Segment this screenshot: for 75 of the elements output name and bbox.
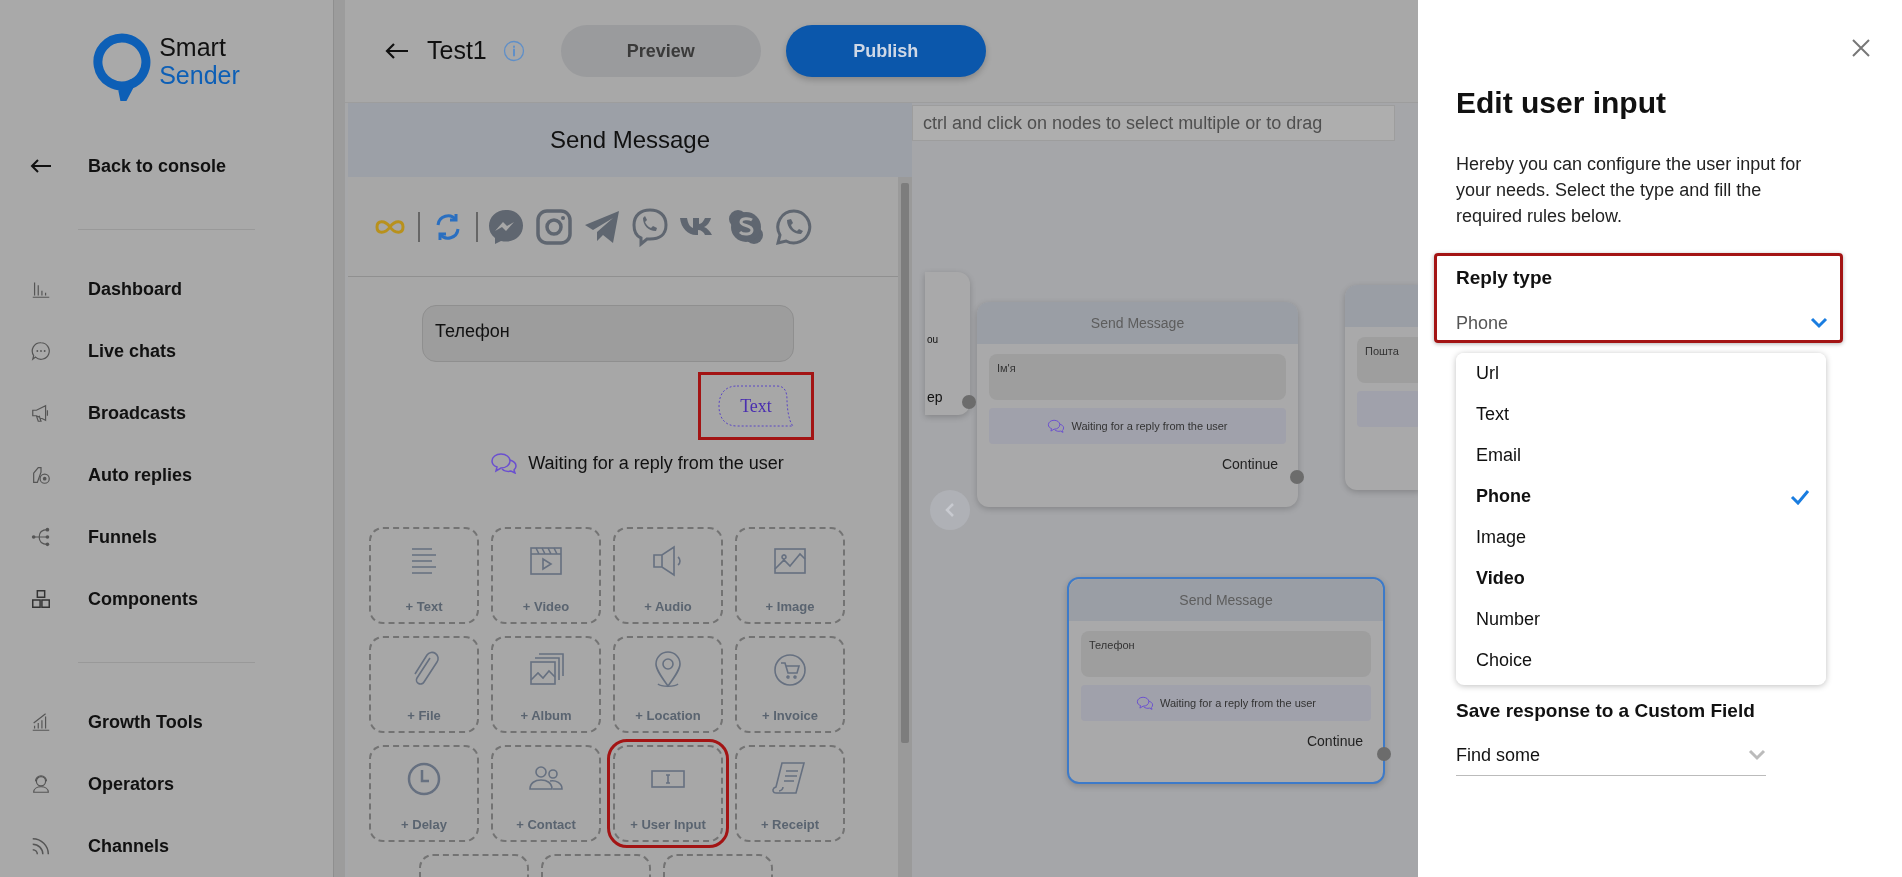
reply-type-bubble[interactable]: Text (698, 372, 814, 440)
phone-bubble-icon[interactable] (630, 206, 670, 247)
flow-node[interactable]: Пошта (1345, 285, 1418, 490)
panel-description: Hereby you can configure the user input for your needs. Select the type and fill the required rules below. (1456, 153, 1803, 228)
flow-node[interactable]: Send Message Телефон Waiting for a reply from the user Continue (1067, 577, 1385, 784)
sidebar-item[interactable]: Auto replies (0, 444, 333, 506)
node-text: ou (926, 333, 939, 347)
message-field[interactable]: Телефон (422, 305, 794, 362)
back-link[interactable]: Back to console (0, 135, 333, 197)
sidebar-item[interactable]: Dashboard (0, 258, 333, 320)
panel-title: Send Message (348, 103, 912, 177)
tag-target-icon (30, 464, 52, 486)
logo-icon (93, 33, 152, 101)
node-title: Send Message (1069, 579, 1383, 621)
flow-node[interactable]: ou ep (925, 272, 970, 415)
node-message: Ім'я (989, 354, 1286, 400)
continue-label: Continue (1305, 732, 1364, 751)
scrollbar-thumb[interactable] (901, 183, 909, 743)
node-title: Send Message (977, 302, 1298, 344)
preview-button[interactable]: Preview (560, 25, 761, 77)
branch-icon (30, 526, 52, 548)
reply-type-select[interactable]: Phone (1456, 309, 1828, 337)
publish-button[interactable]: Publish (785, 25, 986, 77)
waiting-status-text: Waiting for a reply from the user (1071, 418, 1228, 434)
dropdown-option[interactable]: Choice (1456, 640, 1826, 681)
chat-bubbles-icon (1135, 696, 1154, 710)
instagram-icon[interactable] (534, 206, 574, 247)
waiting-status-text: Waiting for a reply from the user (1159, 695, 1317, 711)
close-icon (1851, 37, 1871, 58)
flow-title: Test1 (427, 35, 487, 67)
back-arrow-icon (385, 42, 409, 60)
connector-dot[interactable] (962, 395, 976, 409)
cubes-icon (30, 588, 52, 610)
waiting-status-text: Waiting for a reply from the user (528, 451, 784, 475)
flow-node[interactable]: Send Message Ім'я Waiting for a reply from the user Continue (977, 302, 1298, 507)
sidebar-item[interactable]: Channels (0, 815, 333, 877)
chat-icon (30, 340, 52, 362)
chevron-left-icon (945, 502, 955, 518)
signal-icon (30, 835, 52, 857)
connector-dot[interactable] (1377, 747, 1391, 761)
continue-label: Continue (1220, 455, 1279, 474)
node-message: Телефон (1081, 631, 1371, 677)
sidebar-item[interactable]: Funnels (0, 506, 333, 568)
dropdown-option[interactable]: Image (1456, 517, 1826, 558)
sidebar-item[interactable]: Operators (0, 753, 333, 815)
sidebar-item[interactable]: Live chats (0, 320, 333, 382)
chevron-down-icon (1810, 317, 1828, 329)
info-icon[interactable] (502, 40, 525, 62)
dropdown-option[interactable]: Number (1456, 599, 1826, 640)
chevron-down-icon (1748, 749, 1766, 761)
node-text: ep (926, 388, 943, 407)
growth-chart-icon (30, 711, 52, 733)
chat-bubbles-icon (490, 452, 519, 474)
field-label: Save response to a Custom Field (1456, 699, 1756, 723)
dropdown-option[interactable]: Text (1456, 394, 1826, 435)
back-arrow-icon (30, 158, 52, 174)
node-message: Пошта (1357, 337, 1418, 383)
sidebar-item[interactable]: Broadcasts (0, 382, 333, 444)
panel-title: Edit user input (1456, 85, 1667, 121)
dropdown-option[interactable]: Phone (1456, 476, 1826, 517)
logo-text: Sender (159, 61, 240, 89)
dropdown-option[interactable]: Url (1456, 353, 1826, 394)
logo-text: Smart (159, 33, 227, 61)
sidebar-item[interactable]: Components (0, 568, 333, 630)
sidebar-item[interactable]: Growth Tools (0, 691, 333, 753)
hint-bar: ctrl and click on nodes to select multiple or to drag (912, 105, 1395, 141)
dropdown-option[interactable]: Email (1456, 435, 1826, 476)
waiting-strip (1357, 391, 1418, 427)
field-label: Reply type (1456, 266, 1554, 290)
chat-bubbles-icon (1047, 419, 1066, 433)
back-button[interactable] (385, 42, 409, 60)
connector-dot[interactable] (1290, 470, 1304, 484)
scrollbar[interactable] (333, 0, 345, 877)
dropdown-option[interactable]: Video (1456, 558, 1826, 599)
operator-icon (30, 773, 52, 795)
